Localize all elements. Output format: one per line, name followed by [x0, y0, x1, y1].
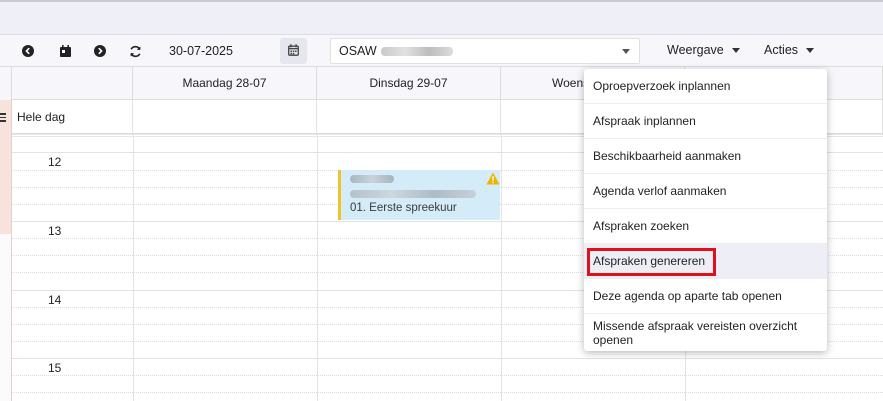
- calendar-today-icon[interactable]: [55, 41, 75, 61]
- date-picker-button[interactable]: [280, 38, 307, 64]
- hour-label: 15: [48, 361, 62, 375]
- refresh-icon[interactable]: [125, 41, 145, 61]
- previous-icon[interactable]: [18, 41, 38, 61]
- menu-item-afspraak-inplannen[interactable]: Afspraak inplannen: [584, 104, 827, 139]
- grid-line: [12, 358, 883, 359]
- warning-icon[interactable]: [486, 172, 500, 185]
- day-header-tuesday[interactable]: Dinsdag 29-07: [317, 67, 501, 100]
- day-header-monday[interactable]: Maandag 28-07: [133, 67, 317, 100]
- agenda-select-value: OSAW: [339, 44, 377, 58]
- weergave-menu-button[interactable]: Weergave: [667, 43, 740, 57]
- menu-item-missende-afspraak-vereisten[interactable]: Missende afspraak vereisten overzicht op…: [584, 314, 827, 351]
- hour-label: 13: [48, 224, 62, 238]
- hour-label: 12: [48, 155, 62, 169]
- top-bar: [0, 0, 883, 35]
- caret-down-icon: [806, 47, 815, 53]
- weergave-label: Weergave: [667, 43, 724, 57]
- appointment-title: 01. Eerste spreekuur: [350, 202, 457, 214]
- grid-column-line: [501, 134, 502, 401]
- menu-item-agenda-verlof-aanmaken[interactable]: Agenda verlof aanmaken: [584, 174, 827, 209]
- menu-item-beschikbaarheid-aanmaken[interactable]: Beschikbaarheid aanmaken: [584, 139, 827, 174]
- grid-column-line: [317, 134, 318, 401]
- grid-column-line: [133, 134, 134, 401]
- menu-item-afspraken-zoeken[interactable]: Afspraken zoeken: [584, 209, 827, 244]
- allday-cell[interactable]: [317, 100, 501, 134]
- allday-cell[interactable]: [133, 100, 317, 134]
- allday-label: Hele dag: [17, 110, 66, 124]
- menu-icon[interactable]: [0, 113, 6, 124]
- menu-item-afspraken-genereren[interactable]: Afspraken genereren: [584, 244, 827, 279]
- left-strip: [0, 234, 12, 401]
- redacted-details: [350, 190, 476, 198]
- hour-label: 14: [48, 293, 62, 307]
- redacted-patient-name: [350, 175, 394, 183]
- caret-down-icon: [622, 49, 630, 54]
- redacted-agenda-name: [380, 46, 453, 56]
- left-strip-header: [0, 67, 12, 100]
- agenda-page: 30-07-2025 OSAW Weergave Acties Maandag …: [0, 0, 883, 401]
- agenda-select[interactable]: OSAW: [330, 38, 640, 64]
- time-column-header: [12, 67, 133, 100]
- current-date[interactable]: 30-07-2025: [169, 44, 233, 58]
- menu-item-oproepverzoek-inplannen[interactable]: Oproepverzoek inplannen: [584, 69, 827, 104]
- next-icon[interactable]: [90, 41, 110, 61]
- agenda-toolbar: 30-07-2025 OSAW Weergave Acties: [0, 35, 883, 67]
- appointment-event[interactable]: 01. Eerste spreekuur: [338, 170, 500, 220]
- acties-dropdown-menu: Oproepverzoek inplannen Afspraak inplann…: [584, 69, 827, 351]
- acties-label: Acties: [764, 43, 799, 57]
- menu-item-agenda-aparte-tab-openen[interactable]: Deze agenda op aparte tab openen: [584, 279, 827, 314]
- grid-line: [12, 375, 883, 376]
- grid-line: [12, 392, 883, 393]
- calendar-icon: [288, 43, 299, 59]
- caret-down-icon: [731, 47, 740, 53]
- acties-menu-button[interactable]: Acties: [764, 43, 815, 57]
